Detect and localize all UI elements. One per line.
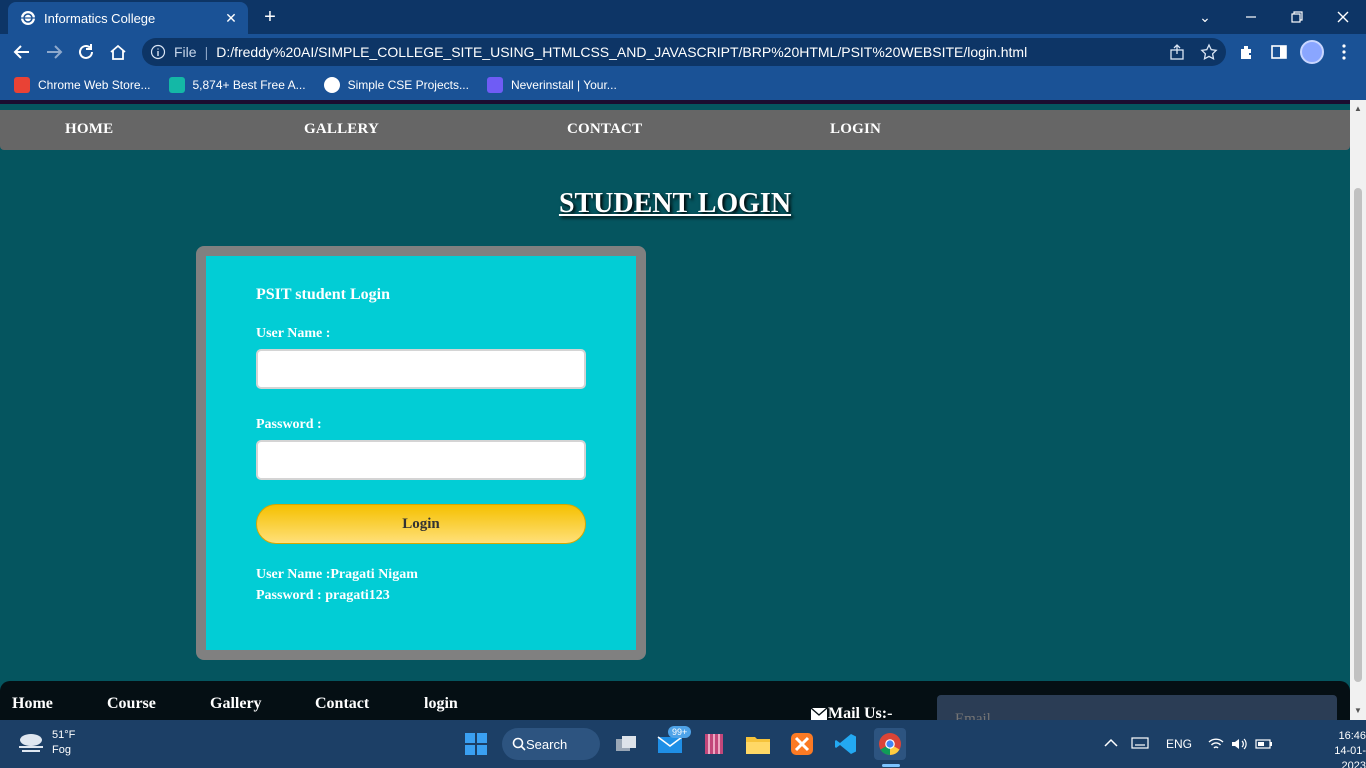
nav-gallery[interactable]: GALLERY	[304, 121, 379, 138]
weather-widget[interactable]: 51°F Fog	[16, 728, 75, 758]
new-tab-icon[interactable]: +	[258, 6, 282, 28]
clock-date: 14-01-2023	[1334, 745, 1366, 768]
tab-search-icon[interactable]: ⌄	[1182, 0, 1228, 34]
browser-titlebar: Informatics College ✕ + ⌄	[0, 0, 1366, 34]
taskbar-search[interactable]: Search	[502, 728, 600, 760]
fog-cloud-icon	[19, 734, 43, 752]
page-scrollbar[interactable]: ▲ ▼	[1350, 100, 1366, 720]
footer-link-course[interactable]: Course	[107, 695, 156, 713]
site-navbar: HOME GALLERY CONTACT LOGIN	[0, 110, 1350, 150]
bookmark-star-icon[interactable]	[1200, 43, 1218, 61]
restore-icon[interactable]	[1274, 0, 1320, 34]
tab-title: Informatics College	[44, 10, 156, 26]
password-hint: Password : pragati123	[256, 588, 390, 603]
search-label: Search	[526, 736, 568, 752]
file-explorer-icon[interactable]	[742, 728, 774, 760]
username-input[interactable]	[256, 349, 586, 389]
email-input[interactable]	[937, 695, 1337, 720]
login-heading: PSIT student Login	[256, 286, 390, 303]
address-scheme: File	[174, 44, 197, 60]
bookmark-item[interactable]: Neverinstall | Your...	[486, 77, 617, 93]
address-bar[interactable]: File | D:/freddy%20AI/SIMPLE_COLLEGE_SIT…	[142, 38, 1226, 66]
info-icon[interactable]	[150, 44, 166, 60]
taskbar-clock[interactable]: 16:46 14-01-2023	[1316, 729, 1366, 768]
login-button[interactable]: Login	[256, 504, 586, 544]
extensions-icon[interactable]	[1238, 43, 1256, 61]
username-hint: User Name :Pragati Nigam	[256, 567, 418, 582]
clock-time: 16:46	[1338, 730, 1366, 742]
share-icon[interactable]	[1168, 43, 1186, 61]
mail-label: Mail Us:-	[828, 705, 893, 720]
globe-icon	[21, 11, 35, 25]
xampp-icon[interactable]	[786, 728, 818, 760]
profile-avatar[interactable]	[1300, 40, 1324, 64]
browser-tab[interactable]: Informatics College ✕	[8, 2, 248, 34]
envelope-icon	[810, 707, 828, 720]
weather-temp: 51°F	[52, 729, 76, 741]
d-bookmark-icon	[168, 77, 185, 93]
active-app-indicator	[882, 764, 900, 767]
bookmarks-bar: Chrome Web Store... 5,874+ Best Free A..…	[0, 70, 1366, 100]
vscode-icon[interactable]	[830, 728, 862, 760]
home-icon[interactable]	[105, 40, 131, 64]
weather-desc: Fog	[52, 744, 71, 756]
wifi-icon[interactable]	[1208, 737, 1224, 751]
footer-link-contact[interactable]: Contact	[315, 695, 369, 713]
site-footer: Home Course Gallery Contact login Mail U…	[0, 681, 1350, 720]
winrar-icon[interactable]	[698, 728, 730, 760]
page-viewport: HOME GALLERY CONTACT LOGIN STUDENT LOGIN…	[0, 100, 1350, 720]
bookmark-label: 5,874+ Best Free A...	[192, 78, 306, 92]
bookmark-item[interactable]: Simple CSE Projects...	[323, 77, 469, 93]
nav-home[interactable]: HOME	[65, 121, 113, 138]
back-icon[interactable]	[9, 40, 35, 64]
login-card-inner: PSIT student Login User Name : Password …	[206, 256, 636, 650]
mail-us: Mail Us:-	[810, 705, 892, 720]
scroll-down-icon[interactable]: ▼	[1353, 706, 1363, 716]
page-title: STUDENT LOGIN	[558, 188, 792, 219]
neverinstall-icon	[486, 77, 503, 93]
start-icon[interactable]	[460, 728, 492, 760]
reload-icon[interactable]	[73, 40, 99, 64]
bookmark-item[interactable]: Chrome Web Store...	[14, 77, 151, 93]
bookmark-label: Chrome Web Store...	[38, 78, 151, 92]
username-label: User Name :	[256, 326, 331, 341]
chrome-icon[interactable]	[874, 728, 906, 760]
bookmark-item[interactable]: 5,874+ Best Free A...	[168, 77, 306, 93]
task-view-icon[interactable]	[610, 728, 642, 760]
scroll-up-icon[interactable]: ▲	[1353, 104, 1363, 114]
side-panel-icon[interactable]	[1270, 43, 1288, 61]
minimize-icon[interactable]	[1228, 0, 1274, 34]
keyboard-icon[interactable]	[1131, 737, 1149, 749]
close-window-icon[interactable]	[1320, 0, 1366, 34]
password-input[interactable]	[256, 440, 586, 480]
nav-login[interactable]: LOGIN	[830, 121, 881, 138]
page-top-strip	[0, 100, 1350, 104]
login-card: PSIT student Login User Name : Password …	[196, 246, 646, 660]
bookmark-label: Neverinstall | Your...	[510, 78, 617, 92]
address-url[interactable]: D:/freddy%20AI/SIMPLE_COLLEGE_SITE_USING…	[216, 44, 1027, 60]
scrollbar-thumb[interactable]	[1354, 188, 1362, 682]
address-separator: |	[204, 44, 209, 60]
nav-contact[interactable]: CONTACT	[567, 121, 642, 138]
search-icon	[512, 737, 526, 751]
volume-icon[interactable]	[1231, 737, 1247, 751]
password-label: Password :	[256, 417, 322, 432]
chrome-web-store-icon	[14, 77, 30, 93]
chevron-up-icon[interactable]	[1104, 737, 1118, 749]
mail-badge: 99+	[668, 726, 692, 738]
footer-link-home[interactable]: Home	[12, 695, 53, 713]
bookmark-label: Simple CSE Projects...	[347, 78, 469, 92]
close-tab-icon[interactable]: ✕	[222, 9, 240, 27]
forward-icon[interactable]	[41, 40, 67, 64]
battery-icon[interactable]	[1255, 738, 1273, 750]
footer-link-login[interactable]: login	[424, 695, 458, 713]
footer-link-gallery[interactable]: Gallery	[210, 695, 262, 713]
more-menu-icon[interactable]	[1335, 43, 1353, 61]
language-indicator[interactable]: ENG	[1166, 737, 1192, 751]
globe-icon	[323, 77, 340, 93]
